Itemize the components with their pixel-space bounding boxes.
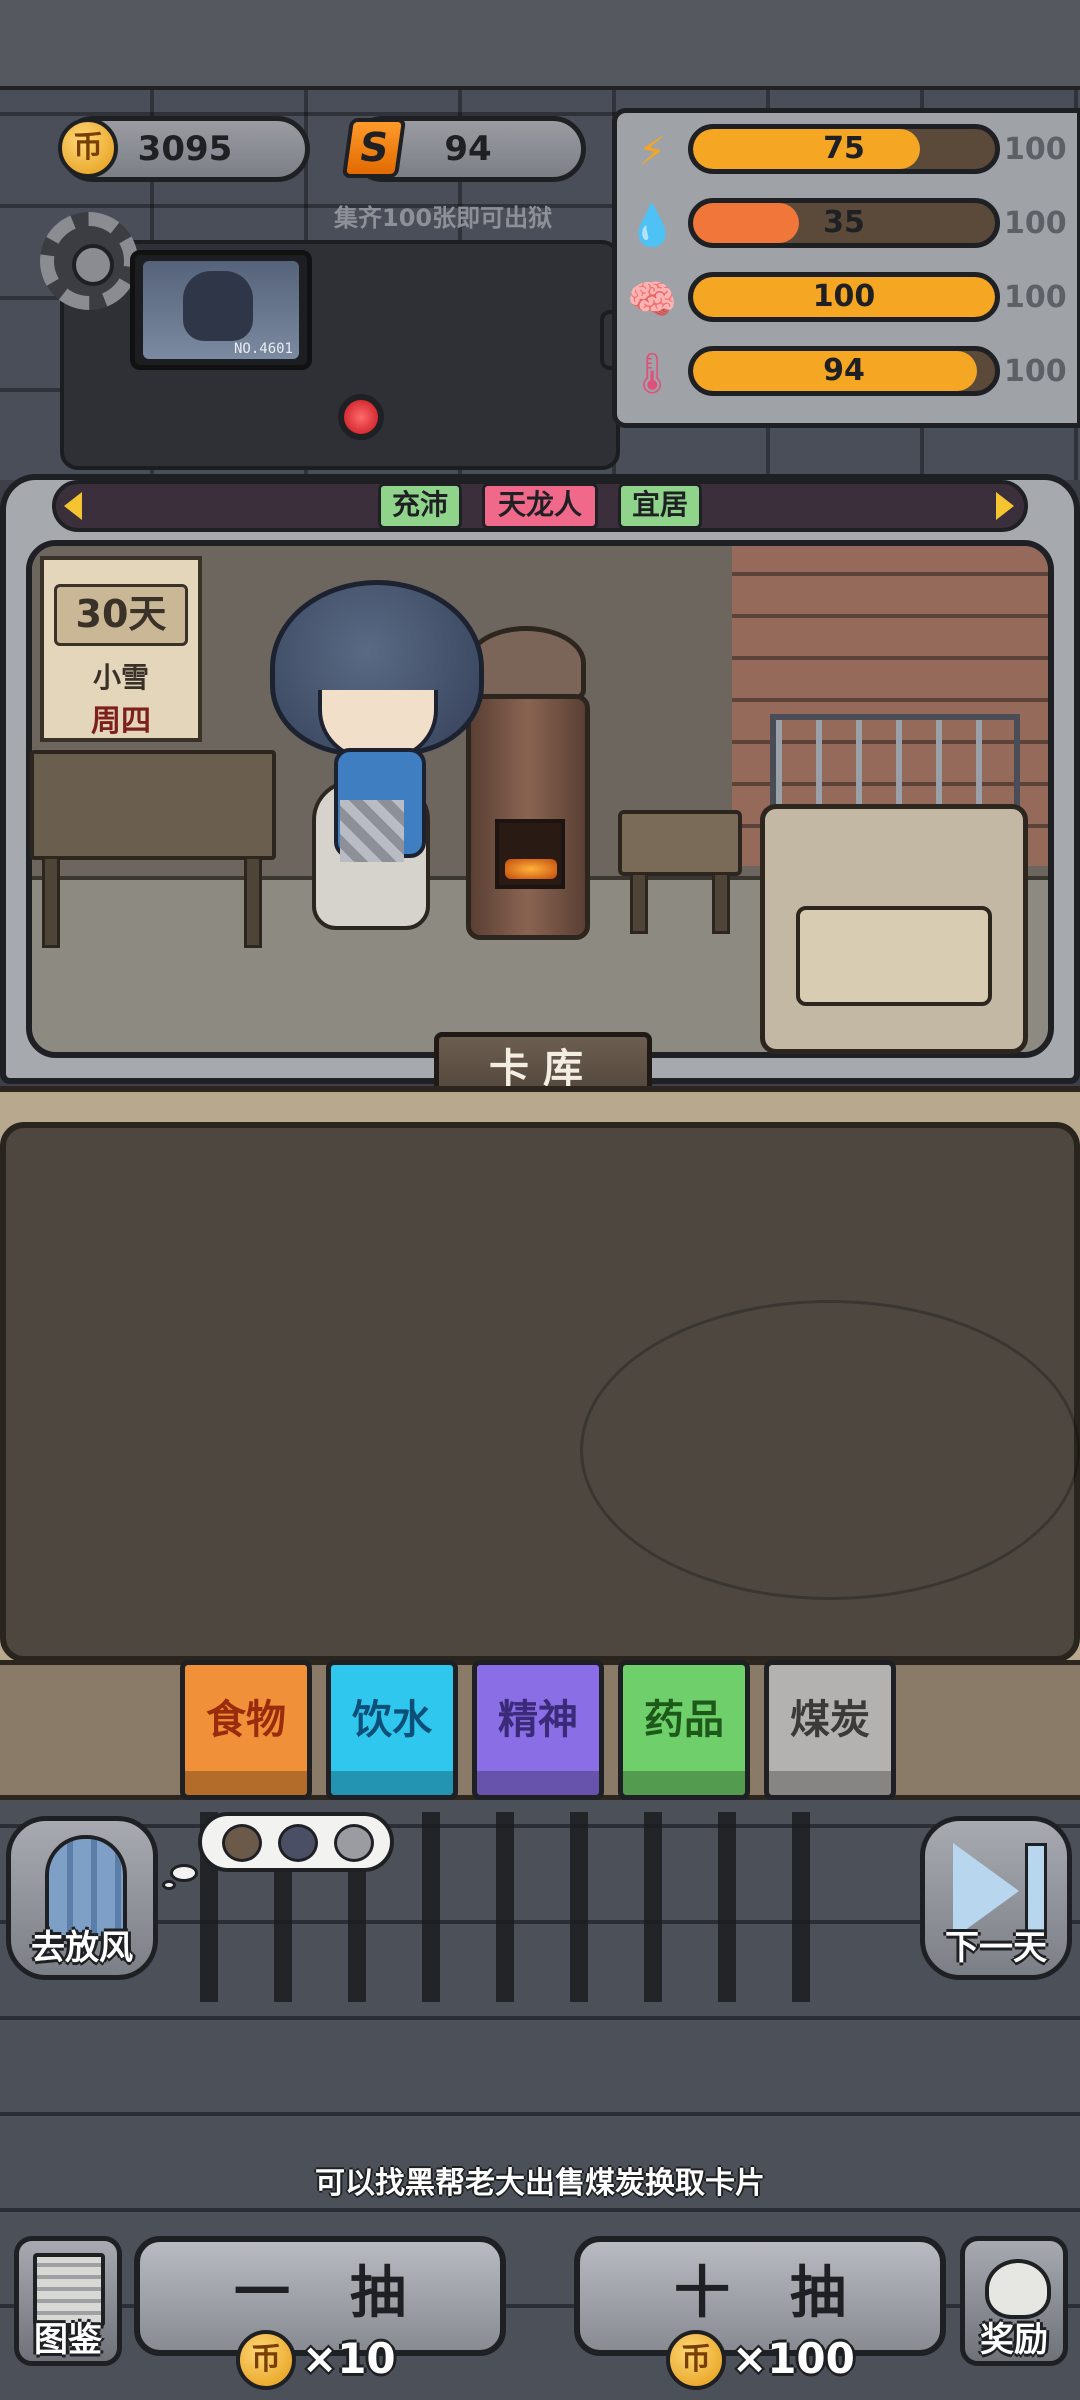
category-coal-tab[interactable]: 煤炭	[764, 1660, 896, 1800]
reward-label: 奖励	[980, 2320, 1048, 2360]
coal-tip-text: 可以找黑帮老大出售煤炭换取卡片	[315, 2166, 765, 2201]
category-spirit-tab[interactable]: 精神	[472, 1660, 604, 1800]
inmate-face-icon	[222, 1824, 262, 1862]
thought-bubble-dot	[170, 1864, 198, 1882]
energy-value: 75	[823, 131, 865, 166]
energy-max: 100	[1004, 132, 1067, 167]
category-spirit-label: 精神	[498, 1697, 578, 1743]
calendar-weather: 小雪	[92, 661, 149, 694]
wooden-stool	[618, 810, 742, 876]
temperature-bar: 94	[688, 346, 1000, 396]
tag-energetic[interactable]: 充沛	[378, 483, 462, 529]
coal-stove[interactable]	[466, 694, 590, 940]
thought-bubble	[198, 1812, 394, 1872]
s-currency-icon: S	[341, 118, 407, 178]
escape-hint: 集齐100张即可出狱	[334, 204, 553, 232]
tag-celestial[interactable]: 天龙人	[482, 483, 598, 529]
pillow	[796, 906, 992, 1006]
water-max: 100	[1004, 206, 1067, 241]
alarm-light-icon	[338, 394, 384, 440]
go-outside-label: 去放风	[31, 1928, 133, 1968]
ten-draw-cost-value: ×100	[732, 2334, 855, 2383]
go-outside-button[interactable]: 去放风	[6, 1816, 158, 1980]
settings-gear-icon[interactable]	[40, 212, 138, 310]
tag-livable[interactable]: 宜居	[618, 483, 702, 529]
ten-draw-cost: 币 ×100	[666, 2330, 866, 2396]
energy-bar: 75	[688, 124, 1000, 174]
temperature-value: 94	[823, 353, 865, 388]
coin-icon: 币	[666, 2330, 726, 2390]
prisoner-number: NO.4601	[233, 341, 293, 357]
guard-face-icon	[278, 1824, 318, 1862]
category-food-tab[interactable]: 食物	[180, 1660, 312, 1800]
category-food-label: 食物	[206, 1697, 286, 1743]
next-day-label: 下一天	[945, 1928, 1047, 1968]
stove-lid	[466, 626, 586, 700]
spirit-max: 100	[1004, 280, 1067, 315]
prisoner-monitor: NO.4601	[130, 250, 312, 370]
next-day-button[interactable]: 下一天	[920, 1816, 1072, 1980]
brain-icon: 🧠	[627, 277, 677, 323]
lightning-icon: ⚡	[637, 129, 667, 175]
thermometer-icon: 🌡	[626, 351, 678, 397]
censor-mosaic	[340, 800, 404, 862]
category-coal-label: 煤炭	[790, 1697, 870, 1743]
water-bar: 35	[688, 198, 1000, 248]
reward-button[interactable]: 奖励	[960, 2236, 1068, 2366]
category-water-tab[interactable]: 饮水	[326, 1660, 458, 1800]
calendar-poster: 30天 小雪 周四	[40, 556, 202, 742]
mouse-icon	[985, 2259, 1051, 2319]
ceiling-strip	[0, 0, 1080, 90]
coin-icon: 币	[58, 118, 118, 178]
water-drop-icon: 💧	[627, 203, 677, 249]
coin-icon: 币	[236, 2330, 296, 2390]
single-draw-cost-value: ×10	[302, 2334, 396, 2383]
desk-leg	[42, 856, 60, 948]
wooden-desk	[30, 750, 276, 860]
category-medicine-label: 药品	[644, 1697, 724, 1743]
category-medicine-tab[interactable]: 药品	[618, 1660, 750, 1800]
inmate-face-icon	[334, 1824, 374, 1862]
collection-label: 图鉴	[34, 2320, 102, 2360]
calendar-days: 30天	[54, 584, 188, 646]
tag-prev-arrow-icon[interactable]	[64, 492, 82, 520]
wood-grain	[580, 1300, 1080, 1600]
calendar-weekday: 周四	[91, 704, 151, 739]
thought-bubble-dot	[162, 1880, 176, 1890]
water-value: 35	[823, 205, 865, 240]
collection-button[interactable]: 图鉴	[14, 2236, 122, 2366]
tag-next-arrow-icon[interactable]	[996, 492, 1014, 520]
stool-leg	[630, 872, 648, 934]
prisoner-portrait	[183, 271, 253, 341]
desk-leg	[244, 856, 262, 948]
spirit-value: 100	[812, 279, 876, 314]
temperature-max: 100	[1004, 354, 1067, 389]
spirit-bar: 100	[688, 272, 1000, 322]
single-draw-cost: 币 ×10	[236, 2330, 426, 2396]
category-water-label: 饮水	[352, 1697, 432, 1743]
stool-leg	[712, 872, 730, 934]
